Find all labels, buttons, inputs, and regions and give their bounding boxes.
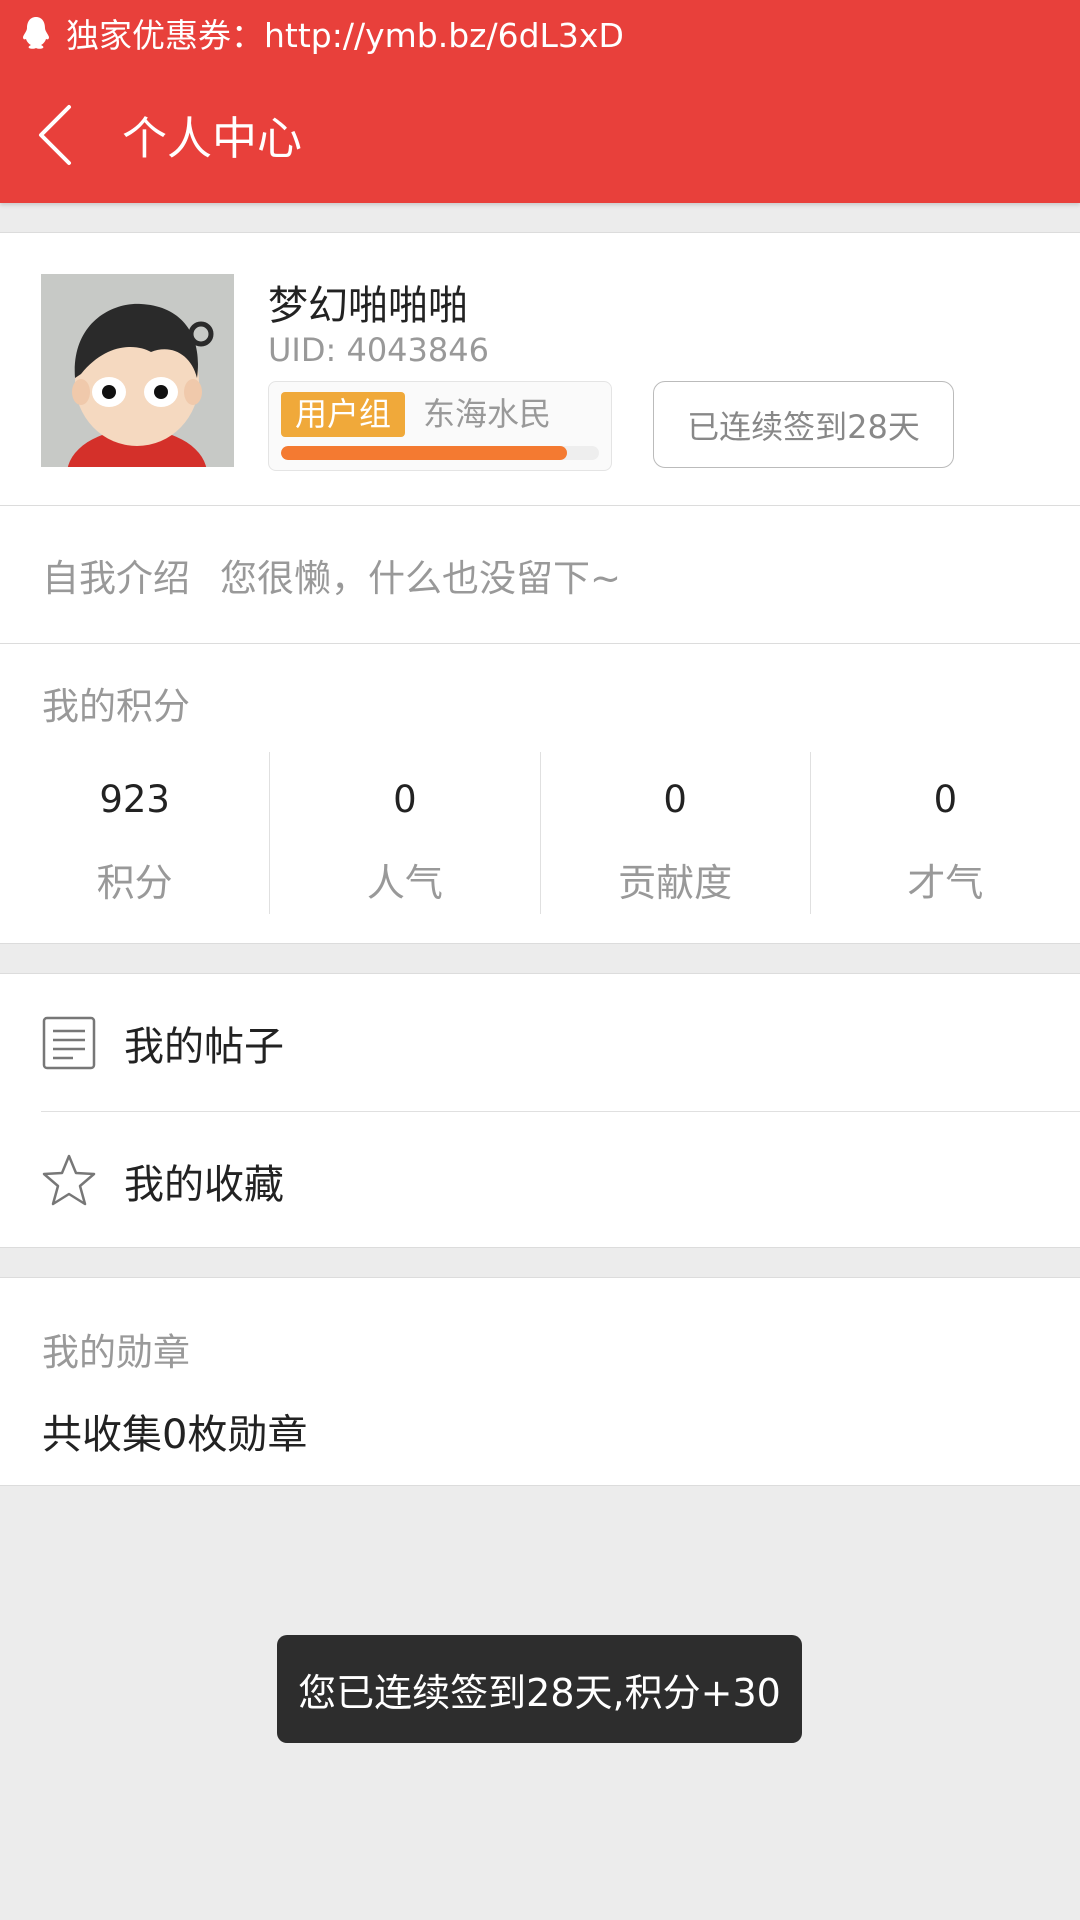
- stat-contribution[interactable]: 0 贡献度: [539, 752, 810, 914]
- menu-list: 我的帖子 我的收藏: [0, 973, 1080, 1248]
- points-section: 我的积分 923 积分 0 人气 0 贡献度 0 才气: [0, 644, 1080, 944]
- stat-talent[interactable]: 0 才气: [809, 752, 1080, 914]
- stat-value: 0: [933, 778, 958, 821]
- avatar[interactable]: [41, 274, 234, 467]
- self-intro-text: 您很懒，什么也没留下~: [220, 556, 622, 600]
- stat-value: 923: [99, 778, 170, 821]
- medal-count: 共收集0枚勋章: [42, 1412, 308, 1458]
- app-bar: 个人中心: [0, 66, 1080, 203]
- stat-label: 积分: [96, 861, 173, 905]
- stat-value: 0: [663, 778, 687, 821]
- points-stats: 923 积分 0 人气 0 贡献度 0 才气: [0, 752, 1080, 914]
- stat-points[interactable]: 923 积分: [0, 752, 269, 914]
- stat-label: 贡献度: [618, 861, 733, 905]
- user-group-badge: 用户组: [281, 392, 406, 437]
- self-intro-row[interactable]: 自我介绍 您很懒，什么也没留下~: [0, 506, 1080, 644]
- qq-penguin-icon: [23, 17, 49, 49]
- stat-popularity[interactable]: 0 人气: [269, 752, 539, 914]
- menu-item-label: 我的帖子: [124, 1023, 284, 1070]
- document-icon: [42, 1016, 96, 1069]
- chevron-left-icon: [39, 104, 71, 165]
- checkin-button[interactable]: 已连续签到28天: [653, 381, 954, 468]
- user-group-box: 用户组 东海水民: [268, 381, 612, 471]
- page-title: 个人中心: [122, 112, 303, 165]
- menu-item-label: 我的收藏: [124, 1161, 284, 1208]
- star-icon: [42, 1154, 96, 1205]
- profile-card: 梦幻啪啪啪 UID: 4043846 用户组 东海水民 已连续签到28天: [0, 232, 1080, 506]
- back-button[interactable]: [0, 66, 110, 203]
- toast-message: 您已连续签到28天,积分+30: [277, 1635, 802, 1743]
- avatar-image: [41, 274, 234, 467]
- user-group-name: 东海水民: [423, 395, 552, 433]
- self-intro-label: 自我介绍: [42, 556, 190, 600]
- menu-item-my-posts[interactable]: 我的帖子: [0, 974, 1080, 1111]
- status-bar: 独家优惠券：http://ymb.bz/6dL3xD: [0, 0, 1080, 66]
- notification-text[interactable]: 独家优惠券：http://ymb.bz/6dL3xD: [66, 9, 624, 57]
- app-header: 独家优惠券：http://ymb.bz/6dL3xD 个人中心: [0, 0, 1080, 203]
- username: 梦幻啪啪啪: [268, 283, 468, 329]
- medals-section[interactable]: 我的勋章 共收集0枚勋章: [0, 1277, 1080, 1486]
- level-progress-bar: [281, 446, 599, 460]
- menu-item-my-favorites[interactable]: 我的收藏: [0, 1112, 1080, 1249]
- points-section-title: 我的积分: [42, 685, 190, 728]
- stat-value: 0: [393, 778, 417, 821]
- medals-section-title: 我的勋章: [42, 1331, 190, 1374]
- user-id: UID: 4043846: [268, 331, 489, 369]
- stat-label: 人气: [366, 861, 443, 905]
- stat-label: 才气: [907, 861, 984, 905]
- level-progress-fill: [281, 446, 568, 460]
